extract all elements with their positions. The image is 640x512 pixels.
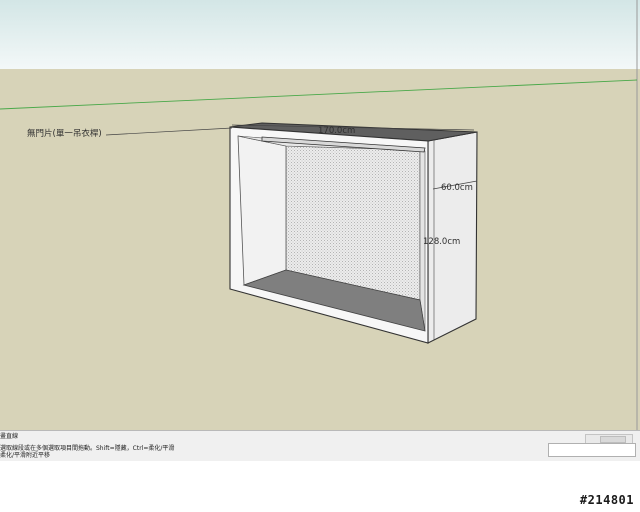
width-dimension-label[interactable]: 170.0cm [318,127,355,136]
depth-dimension-label[interactable]: 60.0cm [441,184,473,193]
measurements-slider[interactable] [600,436,626,443]
callout-label[interactable]: 無門片(單一吊衣桿) [27,130,102,139]
status-bar: 畫直線 選取線段或在多個選取項目間拖動。Shift=隱藏，Ctrl=柔化/平滑 … [0,430,640,461]
scene-canvas[interactable] [0,0,640,430]
3d-viewport[interactable]: 無門片(單一吊衣桿) 170.0cm 60.0cm 128.0cm [0,0,640,430]
height-dimension-label[interactable]: 128.0cm [423,238,460,247]
watermark-id: #214801 [579,493,634,507]
cabinet-left-inner-wall [237,135,287,286]
status-tool-name: 畫直線 [0,433,19,440]
measurements-input[interactable] [548,443,636,457]
status-hint-line2: 柔化/平滑附近平移 [0,452,51,459]
sky [0,0,640,69]
